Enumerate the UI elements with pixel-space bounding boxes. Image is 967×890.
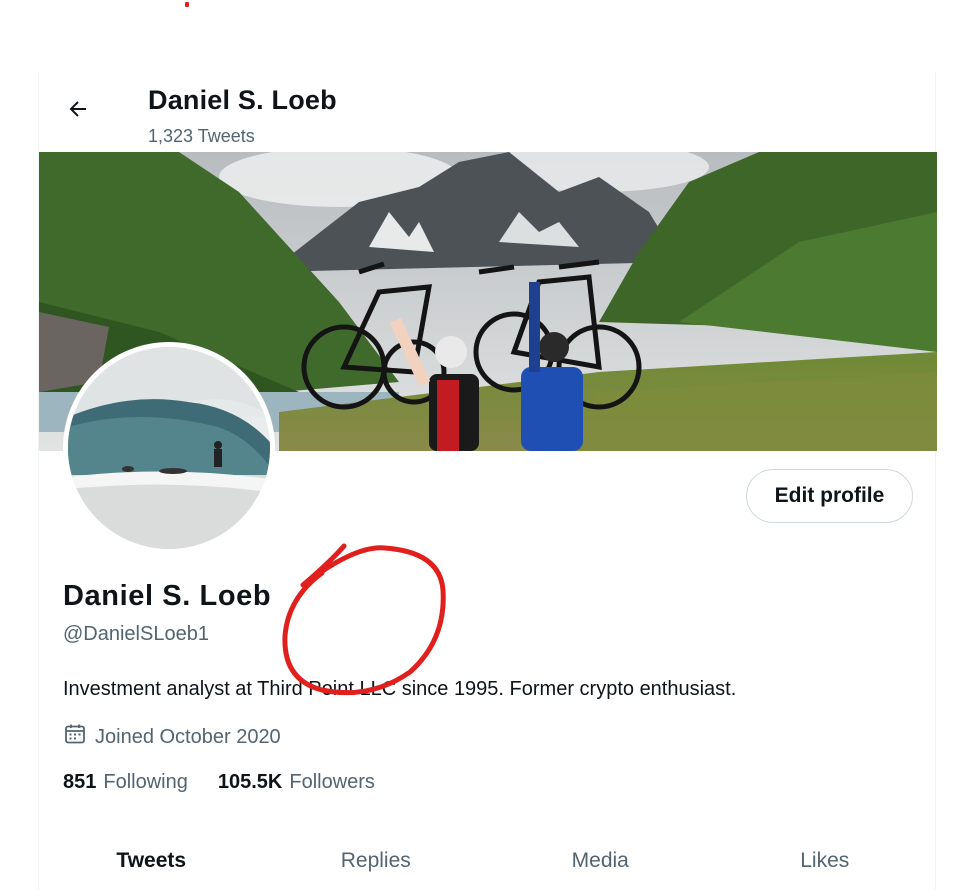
edit-profile-button[interactable]: Edit profile	[746, 469, 913, 523]
followers-count: 105.5K	[217, 771, 283, 793]
tab-likes[interactable]: Likes	[713, 832, 938, 890]
followers-label: Followers	[289, 771, 375, 793]
joined-label: Joined October 2020	[95, 725, 281, 748]
tab-tweets[interactable]: Tweets	[39, 832, 264, 890]
joined-date: Joined October 2020	[63, 722, 281, 752]
profile-tabs: Tweets Replies Media Likes	[39, 832, 937, 890]
arrow-left-icon	[66, 97, 90, 126]
following-label: Following	[103, 771, 188, 793]
page-title: Daniel S. Loeb	[148, 85, 337, 115]
back-button[interactable]	[59, 92, 97, 130]
following-link[interactable]: 851 Following	[63, 771, 188, 794]
avatar[interactable]	[63, 342, 275, 554]
calendar-icon	[63, 722, 87, 752]
profile-column: Daniel S. Loeb 1,323 Tweets Edit profile…	[38, 72, 937, 890]
annotation-dot	[185, 2, 189, 7]
following-count: 851	[63, 771, 97, 793]
profile-handle: @DanielSLoeb1	[63, 623, 209, 645]
follow-stats: 851 Following 105.5K Followers	[63, 771, 375, 794]
profile-bio: Investment analyst at Third Point LLC si…	[63, 678, 737, 700]
tab-media[interactable]: Media	[488, 832, 713, 890]
tab-replies[interactable]: Replies	[264, 832, 489, 890]
tweet-count: 1,323 Tweets	[148, 126, 255, 146]
profile-name: Daniel S. Loeb	[63, 580, 272, 612]
followers-link[interactable]: 105.5K Followers	[218, 771, 375, 794]
